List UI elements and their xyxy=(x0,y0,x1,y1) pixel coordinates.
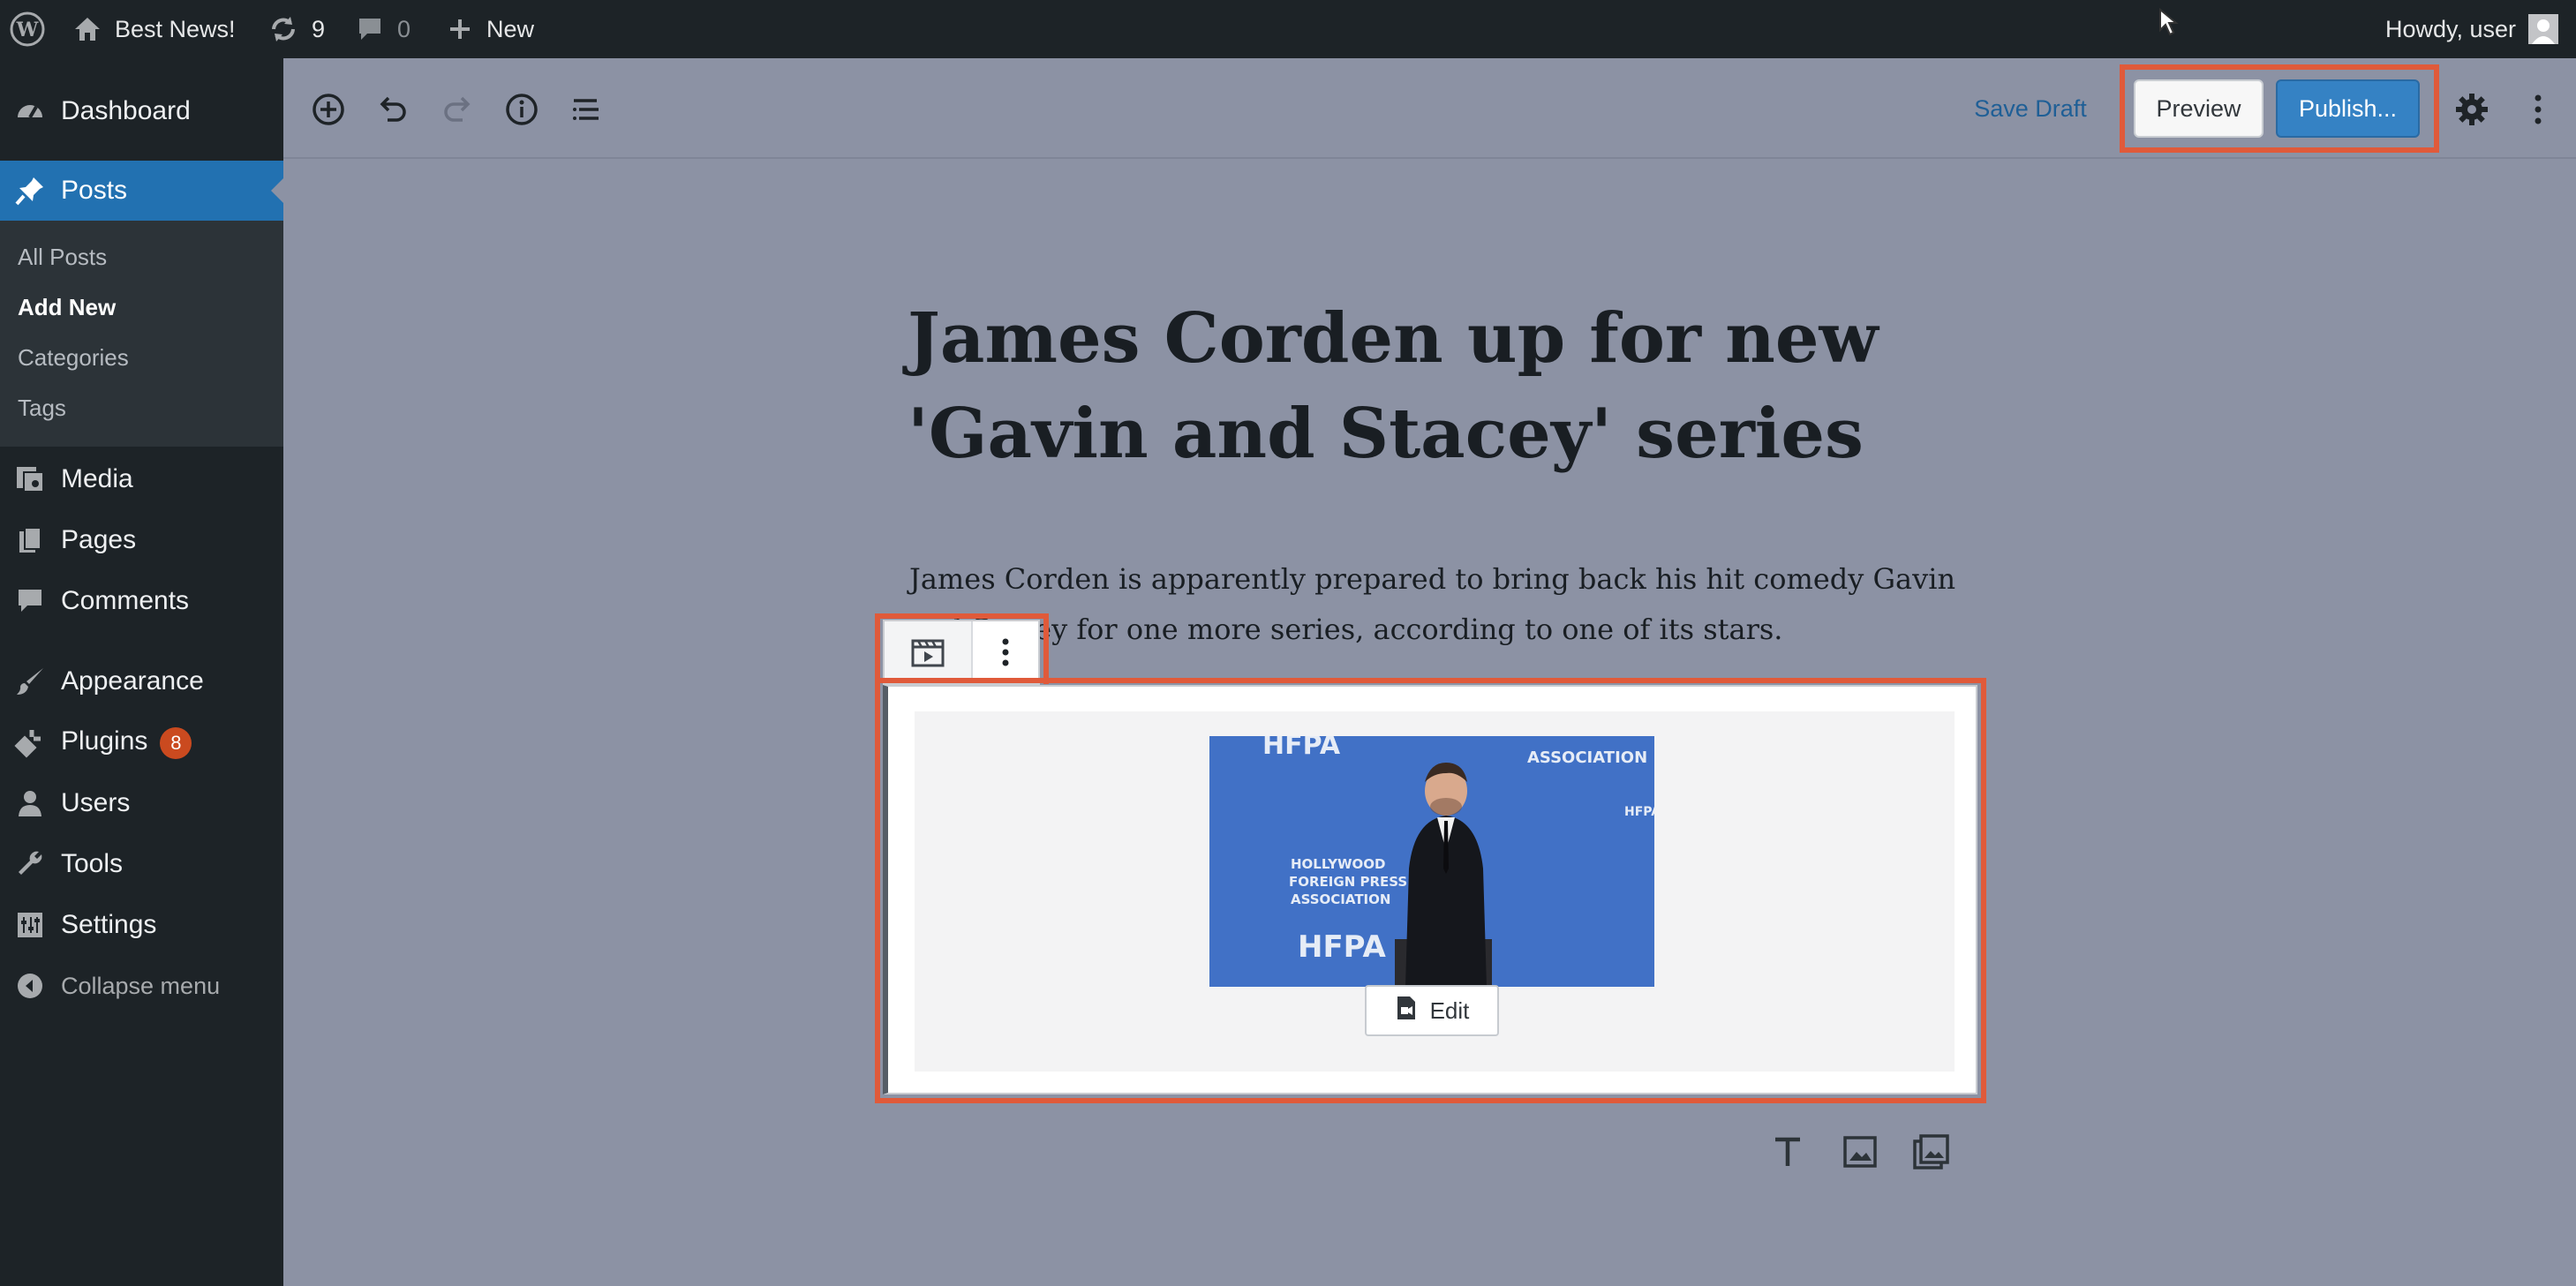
sidebar-item-comments[interactable]: Comments xyxy=(0,572,283,630)
post-title[interactable]: James Corden up for new 'Gavin and Stace… xyxy=(908,291,1932,482)
sidebar-item-label: Comments xyxy=(61,586,190,615)
new-content-link[interactable]: New xyxy=(448,0,534,58)
save-draft-button[interactable]: Save Draft xyxy=(1962,90,2099,127)
add-block-icon[interactable] xyxy=(307,88,350,131)
collapse-arrow-icon xyxy=(12,968,48,1004)
dashboard-icon xyxy=(12,94,48,129)
svg-text:W: W xyxy=(16,19,39,41)
pushpin-icon xyxy=(12,173,48,208)
comment-bubble-icon xyxy=(12,583,48,619)
plus-icon xyxy=(448,17,472,41)
add-paragraph-text-icon[interactable] xyxy=(1768,1132,1807,1171)
publish-highlight-box xyxy=(2120,64,2439,153)
block-toolbar-highlight-box xyxy=(875,613,1049,684)
undo-icon[interactable] xyxy=(372,88,414,131)
mouse-cursor-icon xyxy=(2158,0,2181,51)
add-gallery-icon[interactable] xyxy=(1911,1132,1952,1171)
updates-link[interactable]: 9 xyxy=(267,0,325,58)
add-image-icon[interactable] xyxy=(1841,1132,1879,1171)
user-account-menu[interactable]: Howdy, user xyxy=(2385,0,2559,58)
paragraph-block[interactable]: James Corden is apparently prepared to b… xyxy=(909,554,1969,655)
post-title-line: 'Gavin and Stacey' series xyxy=(908,394,1864,474)
sidebar-item-label: Tools xyxy=(61,849,124,878)
sidebar-item-posts[interactable]: Posts xyxy=(0,161,283,221)
posts-submenu: All Posts Add New Categories Tags xyxy=(0,221,283,447)
sidebar-item-dashboard[interactable]: Dashboard xyxy=(0,82,283,140)
sidebar-item-settings[interactable]: Settings xyxy=(0,896,283,954)
editor-header-toolbar: Save Draft Preview Publish... xyxy=(283,58,2576,159)
submenu-categories[interactable]: Categories xyxy=(18,344,129,372)
sidebar-item-pages[interactable]: Pages xyxy=(0,511,283,569)
video-block-highlight-box xyxy=(875,678,1986,1103)
paragraph-line: James Corden is apparently prepared to b… xyxy=(909,562,1956,596)
avatar xyxy=(2528,14,2559,44)
plugins-update-badge: 8 xyxy=(160,726,192,759)
more-options-vertical-icon[interactable] xyxy=(2517,88,2559,131)
sidebar-item-plugins[interactable]: Plugins 8 xyxy=(0,713,283,771)
block-navigation-icon[interactable] xyxy=(565,88,607,131)
wrench-icon xyxy=(12,846,48,882)
admin-sidebar: Dashboard Posts All Posts Add New Catego… xyxy=(0,58,283,1286)
site-name-label: Best News! xyxy=(115,15,236,42)
plugin-icon xyxy=(12,725,48,760)
paintbrush-icon xyxy=(12,664,48,699)
sidebar-item-label: Users xyxy=(61,788,131,817)
post-title-line: James Corden up for new xyxy=(908,298,1879,379)
sidebar-item-label: Pages xyxy=(61,525,137,554)
updates-icon xyxy=(267,13,299,45)
pages-icon xyxy=(12,523,48,558)
sidebar-item-appearance[interactable]: Appearance xyxy=(0,652,283,711)
user-icon xyxy=(12,786,48,821)
sidebar-item-media[interactable]: Media xyxy=(0,450,283,508)
sidebar-item-label: Media xyxy=(61,464,133,493)
info-icon[interactable] xyxy=(501,88,543,131)
sidebar-item-tools[interactable]: Tools xyxy=(0,835,283,893)
sidebar-item-label: Settings xyxy=(61,910,157,939)
settings-gear-icon[interactable] xyxy=(2451,88,2493,131)
submenu-all-posts[interactable]: All Posts xyxy=(18,244,107,271)
settings-sliders-icon xyxy=(12,907,48,943)
submenu-add-new[interactable]: Add New xyxy=(18,294,116,321)
plugins-label: Plugins xyxy=(61,726,148,756)
home-icon xyxy=(72,15,102,43)
updates-count: 9 xyxy=(312,15,326,42)
comments-link[interactable]: 0 xyxy=(357,0,411,58)
sidebar-item-label: Appearance xyxy=(61,666,204,696)
sidebar-item-label: Dashboard xyxy=(61,96,191,125)
current-menu-arrow-icon xyxy=(271,178,283,203)
site-name-link[interactable]: Best News! xyxy=(72,0,236,58)
redo-icon[interactable] xyxy=(436,88,478,131)
media-icon xyxy=(12,462,48,497)
sidebar-item-label: Plugins 8 xyxy=(61,726,192,759)
new-label: New xyxy=(486,15,535,42)
comment-bubble-icon xyxy=(357,16,383,42)
howdy-label: Howdy, user xyxy=(2385,15,2517,42)
submenu-tags[interactable]: Tags xyxy=(18,395,66,422)
collapse-menu-button[interactable]: Collapse menu xyxy=(0,957,283,1015)
wordpress-logo-icon[interactable]: W xyxy=(9,0,46,58)
sidebar-item-label: Posts xyxy=(61,176,128,205)
sidebar-item-users[interactable]: Users xyxy=(0,774,283,832)
admin-bar: W Best News! 9 0 New Howdy, user xyxy=(0,0,2576,58)
collapse-menu-label: Collapse menu xyxy=(61,972,221,999)
comments-count: 0 xyxy=(397,15,411,42)
